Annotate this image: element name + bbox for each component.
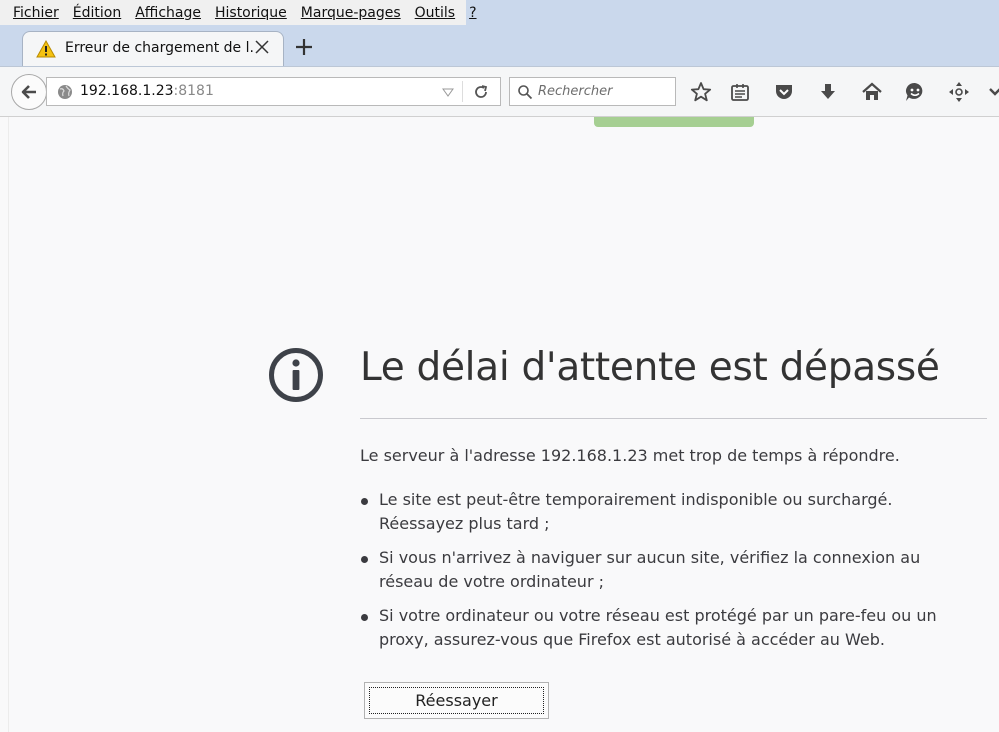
menu-edition[interactable]: Édition: [73, 5, 121, 21]
home-icon[interactable]: [861, 81, 883, 103]
list-item: Si votre ordinateur ou votre réseau est …: [360, 604, 970, 652]
tab-error-page[interactable]: Erreur de chargement de l...: [22, 31, 284, 67]
back-arrow-icon: [21, 85, 36, 99]
menu-outils[interactable]: Outils: [415, 5, 455, 21]
navigation-toolbar: 192.168.1.23:8181: [0, 66, 999, 117]
info-icon: [269, 348, 323, 402]
scroll-icon[interactable]: [948, 81, 970, 103]
url-text[interactable]: 192.168.1.23:8181: [80, 83, 214, 99]
download-icon[interactable]: [817, 81, 839, 103]
warning-icon: [36, 40, 56, 58]
overflow-chevron-icon[interactable]: [988, 81, 999, 103]
sidebar-edge: [0, 117, 9, 732]
hello-icon[interactable]: [904, 81, 926, 103]
history-dropdown-icon[interactable]: [442, 87, 454, 97]
reading-list-icon[interactable]: [729, 81, 751, 103]
globe-icon: [58, 85, 72, 99]
error-reasons-list: Le site est peut-être temporairement ind…: [360, 488, 970, 662]
menu-bar: Fichier Édition Affichage Historique Mar…: [0, 0, 477, 25]
new-tab-icon[interactable]: [293, 36, 315, 58]
error-description: Le serveur à l'adresse 192.168.1.23 met …: [360, 446, 900, 465]
notification-indicator: [594, 117, 754, 127]
tab-title: Erreur de chargement de l...: [65, 40, 255, 56]
list-item: Le site est peut-être temporairement ind…: [360, 488, 970, 536]
title-divider: [360, 418, 987, 419]
menu-marque-pages[interactable]: Marque-pages: [301, 5, 401, 21]
bookmark-star-icon[interactable]: [690, 81, 712, 103]
search-icon: [518, 85, 533, 100]
pocket-icon[interactable]: [773, 81, 795, 103]
back-button[interactable]: [11, 74, 47, 110]
search-input[interactable]: [538, 82, 668, 101]
urlbar-separator: [462, 81, 463, 102]
retry-button-label: Réessayer: [415, 691, 498, 710]
list-item: Si vous n'arrivez à naviguer sur aucun s…: [360, 546, 970, 594]
url-bar[interactable]: 192.168.1.23:8181: [46, 77, 501, 106]
error-title: Le délai d'attente est dépassé: [360, 345, 940, 390]
retry-button[interactable]: Réessayer: [364, 682, 549, 719]
reload-icon[interactable]: [473, 84, 489, 100]
menu-fichier[interactable]: Fichier: [13, 5, 59, 21]
menu-aide[interactable]: ?: [469, 5, 476, 21]
close-tab-icon[interactable]: [253, 38, 271, 56]
menu-historique[interactable]: Historique: [215, 5, 287, 21]
search-bar[interactable]: [509, 77, 676, 106]
menu-affichage[interactable]: Affichage: [135, 5, 201, 21]
